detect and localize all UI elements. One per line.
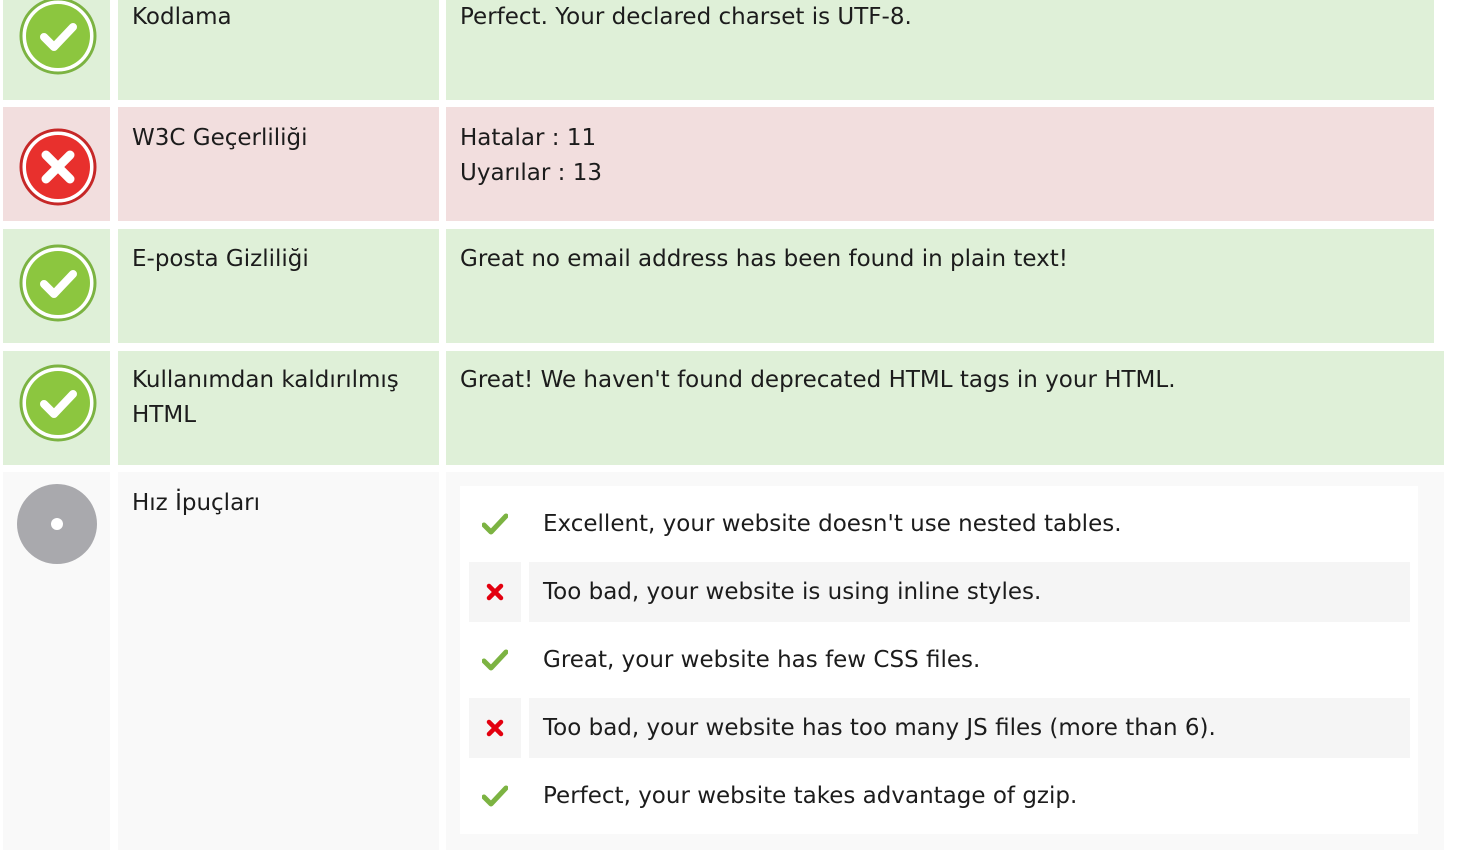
status-cell — [3, 0, 110, 100]
list-item: Too bad, your website is using inline st… — [469, 562, 1410, 622]
list-item: Perfect, your website takes advantage of… — [469, 766, 1410, 826]
row-value: Great no email address has been found in… — [446, 229, 1434, 343]
check-icon — [482, 785, 508, 807]
tip-status — [469, 562, 521, 622]
tip-text: Excellent, your website doesn't use nest… — [543, 511, 1122, 537]
value-line: Great! We haven't found deprecated HTML … — [460, 367, 1176, 393]
tip-status — [469, 698, 521, 758]
tip-status — [469, 630, 521, 690]
status-cell — [3, 107, 110, 221]
check-circle-icon — [19, 0, 97, 75]
audit-row-encoding: Kodlama Perfect. Your declared charset i… — [0, 0, 1434, 100]
value-line: Perfect. Your declared charset is UTF-8. — [460, 4, 912, 30]
audit-row-deprecated-html: Kullanımdan kaldırılmış HTML Great! We h… — [0, 351, 1444, 465]
cross-icon — [486, 719, 504, 737]
row-label: Kullanımdan kaldırılmış HTML — [118, 351, 439, 465]
cross-circle-icon — [19, 128, 97, 206]
row-value: Hatalar : 11 Uyarılar : 13 — [446, 107, 1434, 221]
tip-status — [469, 494, 521, 554]
check-icon — [482, 513, 508, 535]
row-label: W3C Geçerliliği — [118, 107, 439, 221]
status-cell — [3, 472, 110, 850]
audit-page: Kodlama Perfect. Your declared charset i… — [0, 0, 1459, 850]
warnings-count: Uyarılar : 13 — [460, 160, 602, 186]
value-line: Great no email address has been found in… — [460, 246, 1068, 272]
tip-text: Perfect, your website takes advantage of… — [543, 783, 1078, 809]
list-item: Great, your website has few CSS files. — [469, 630, 1410, 690]
tip-text: Great, your website has few CSS files. — [543, 647, 981, 673]
tip-status — [469, 766, 521, 826]
dot-circle-icon — [17, 484, 97, 564]
cross-icon — [486, 583, 504, 601]
list-item: Too bad, your website has too many JS fi… — [469, 698, 1410, 758]
speed-tips-list: Excellent, your website doesn't use nest… — [460, 486, 1418, 834]
status-cell — [3, 351, 110, 465]
audit-row-w3c: W3C Geçerliliği Hatalar : 11 Uyarılar : … — [0, 107, 1434, 221]
tip-text: Too bad, your website is using inline st… — [529, 562, 1410, 622]
check-circle-icon — [19, 244, 97, 322]
list-item: Excellent, your website doesn't use nest… — [469, 494, 1410, 554]
check-circle-icon — [19, 364, 97, 442]
row-label: Kodlama — [118, 0, 439, 100]
status-cell — [3, 229, 110, 343]
row-value: Perfect. Your declared charset is UTF-8. — [446, 0, 1434, 100]
check-icon — [482, 649, 508, 671]
row-label: E-posta Gizliliği — [118, 229, 439, 343]
row-label: Hız İpuçları — [118, 472, 439, 850]
errors-count: Hatalar : 11 — [460, 125, 597, 151]
tip-text: Too bad, your website has too many JS fi… — [529, 698, 1410, 758]
audit-row-email-privacy: E-posta Gizliliği Great no email address… — [0, 229, 1434, 343]
row-value: Great! We haven't found deprecated HTML … — [446, 351, 1444, 465]
